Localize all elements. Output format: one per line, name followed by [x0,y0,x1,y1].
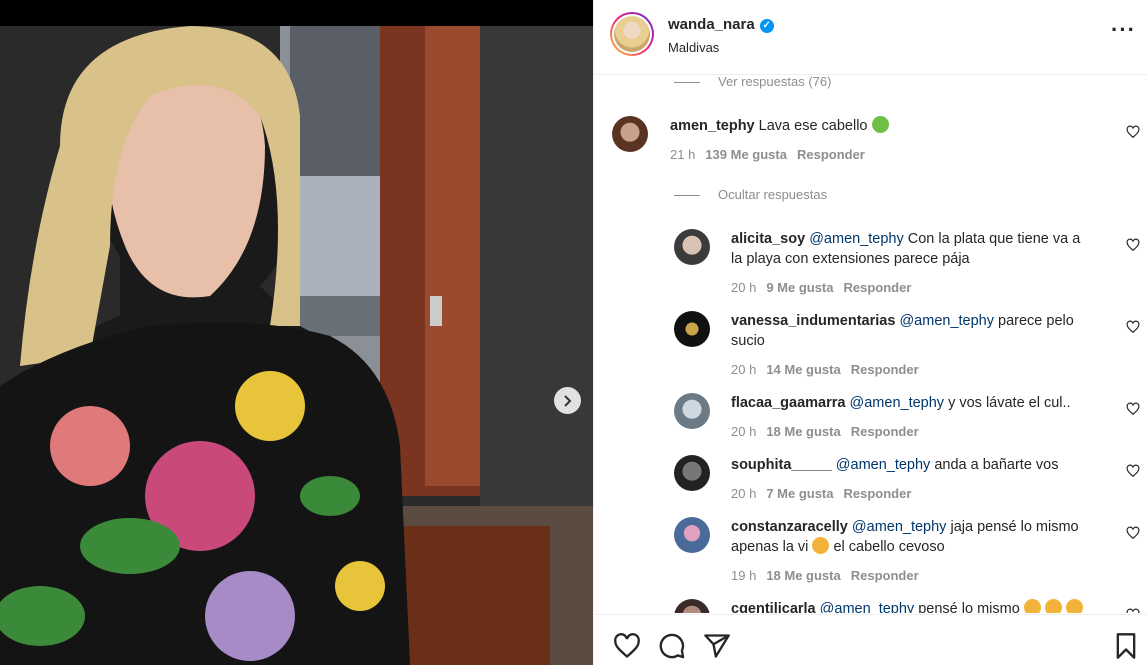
comment-username[interactable]: constanzaracelly [731,519,848,535]
like-comment-icon[interactable] [1126,238,1140,252]
comment-likes[interactable]: 18 Me gusta [766,424,840,439]
reply-button[interactable]: Responder [851,568,919,583]
chevron-right-icon [563,394,571,407]
comment-time: 20 h [731,486,757,501]
comment-bubble-icon[interactable] [658,632,686,660]
reply-button[interactable]: Responder [797,147,865,162]
comment-mention[interactable]: @amen_tephy [809,231,904,247]
comment-mention[interactable]: @amen_tephy [820,601,915,613]
comment-time: 20 h [731,362,757,377]
comment-text: anda a bañarte vos [934,457,1059,473]
comment-text-line2: sucio [731,333,765,349]
comment-username[interactable]: flacaa_gaamarra [731,395,845,411]
comment-text: y vos lávate el cul.. [948,395,1071,411]
emoji-icon [1023,599,1041,613]
reply-button[interactable]: Responder [851,424,919,439]
author-avatar[interactable] [610,12,654,56]
comments-list: Ver respuestas (76) amen_tephy Lava ese … [594,75,1147,613]
comment-time: 21 h [670,147,696,162]
disappointed-emoji-icon [812,537,830,554]
post-actions-bar [594,614,1147,666]
reply-button[interactable]: Responder [844,280,912,295]
reply-button[interactable]: Responder [851,362,919,377]
comment-username[interactable]: cgentilicarla [731,601,816,613]
comment-username[interactable]: alicita_soy [731,231,805,247]
comment-mention[interactable]: @amen_tephy [850,395,945,411]
comment-mention[interactable]: @amen_tephy [899,313,994,329]
like-heart-icon[interactable] [613,632,641,660]
like-comment-icon[interactable] [1126,608,1140,613]
more-options-button[interactable]: ··· [1111,19,1136,41]
comment-time: 19 h [731,568,757,583]
commenter-avatar[interactable] [612,116,648,152]
author-username[interactable]: wanda_nara ✓ [668,16,774,33]
comment-text: jaja pensé lo mismo [950,519,1079,535]
commenter-avatar[interactable] [674,599,710,613]
post-header: wanda_nara ✓ Maldivas ··· [594,0,1147,75]
commenter-avatar[interactable] [674,311,710,347]
comment-text: pensé lo mismo [918,601,1020,613]
comment-text-line2-end: el cabello cevoso [833,539,945,555]
emoji-icon [1044,599,1062,613]
next-photo-button[interactable] [554,387,581,414]
post-photo [0,0,593,665]
comment-time: 20 h [731,280,757,295]
comment-mention[interactable]: @amen_tephy [836,457,931,473]
commenter-avatar[interactable] [674,455,710,491]
selfie-image [0,26,593,665]
like-comment-icon[interactable] [1126,125,1140,139]
comment-username[interactable]: vanessa_indumentarias [731,313,895,329]
like-comment-icon[interactable] [1126,402,1140,416]
post-panel: wanda_nara ✓ Maldivas ··· Ver respuestas … [593,0,1147,665]
comment-time: 20 h [731,424,757,439]
view-replies-toggle[interactable]: Ver respuestas (76) [674,75,831,89]
comment-text-line2: la playa con extensiones parece pája [731,251,970,267]
nauseated-emoji-icon [871,116,889,133]
comment-text-line2: apenas la vi [731,539,809,555]
comment-text: Con la plata que tiene va a [907,231,1081,247]
comment-username[interactable]: amen_tephy [670,118,755,134]
hide-replies-toggle[interactable]: Ocultar respuestas [674,187,827,202]
verified-badge-icon: ✓ [759,19,774,33]
comment-likes[interactable]: 18 Me gusta [766,568,840,583]
comment-likes[interactable]: 9 Me gusta [766,280,833,295]
comment-likes[interactable]: 7 Me gusta [766,486,833,501]
save-bookmark-icon[interactable] [1112,632,1140,660]
photo-top-bar [0,0,593,26]
commenter-avatar[interactable] [674,229,710,265]
post-location[interactable]: Maldivas [668,40,719,55]
emoji-icon [1065,599,1083,613]
comment-likes[interactable]: 14 Me gusta [766,362,840,377]
commenter-avatar[interactable] [674,517,710,553]
reply-button[interactable]: Responder [844,486,912,501]
like-comment-icon[interactable] [1126,526,1140,540]
like-comment-icon[interactable] [1126,464,1140,478]
like-comment-icon[interactable] [1126,320,1140,334]
commenter-avatar[interactable] [674,393,710,429]
comment-text: Lava ese cabello [758,118,868,134]
comment-mention[interactable]: @amen_tephy [852,519,947,535]
comment-likes[interactable]: 139 Me gusta [705,147,787,162]
comment-username[interactable]: souphita_____ [731,457,832,473]
comment-text: parece pelo [998,313,1074,329]
share-send-icon[interactable] [703,632,731,660]
